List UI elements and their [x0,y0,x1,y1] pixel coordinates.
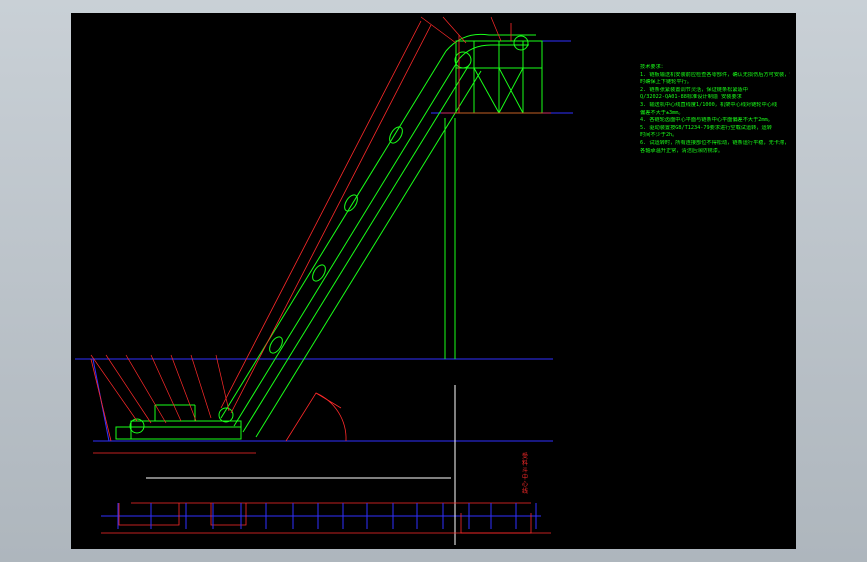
rollers [129,35,529,434]
technical-notes: 技术要求： 1. 链板输送机安装前应检查各零部件，确认无损伤后方可安装，安装 时… [640,64,790,155]
leader-lines [90,16,502,424]
dimension-lines [90,20,551,534]
note-line: 时确保上下链轮平行。 [640,79,692,86]
centerlines [146,385,456,545]
note-line: 6. 试运转时，所有连接部位不得松动，链条运行平稳，无卡滞， [640,139,790,146]
note-line: 3. 输送机中心线直线度1/1000，机架中心线对链轮中心线 [640,101,778,108]
note-line: 4. 各链轮齿面中心平面与链条中心平面偏差不大于2mm。 [640,117,773,124]
note-line: Q/32022-QA01-88标准设计制造 安装要求 [640,94,742,101]
notes-title: 技术要求： [640,64,666,70]
note-line: 偏差不大于±3mm。 [640,109,684,116]
note-line: 2. 链条张紧装置调节灵活，保证链条松紧适中 [640,86,748,93]
note-line: 各轴承温升正常，清洁后涂防锈漆。 [640,147,724,154]
note-line: 时间不少于2h。 [640,132,678,139]
cad-drawing-viewport[interactable]: 技术要求： 1. 链板输送机安装前应检查各零部件，确认无损伤后方可安装，安装 时… [71,13,796,549]
note-line: 1. 链板输送机安装前应检查各零部件，确认无损伤后方可安装，安装 [640,71,790,78]
hopper-centerline-label: 受料斗中心线 [522,453,529,495]
note-line: 5. 驱动装置按GB/T1234-79要求进行空载试运转，运转 [640,124,772,131]
